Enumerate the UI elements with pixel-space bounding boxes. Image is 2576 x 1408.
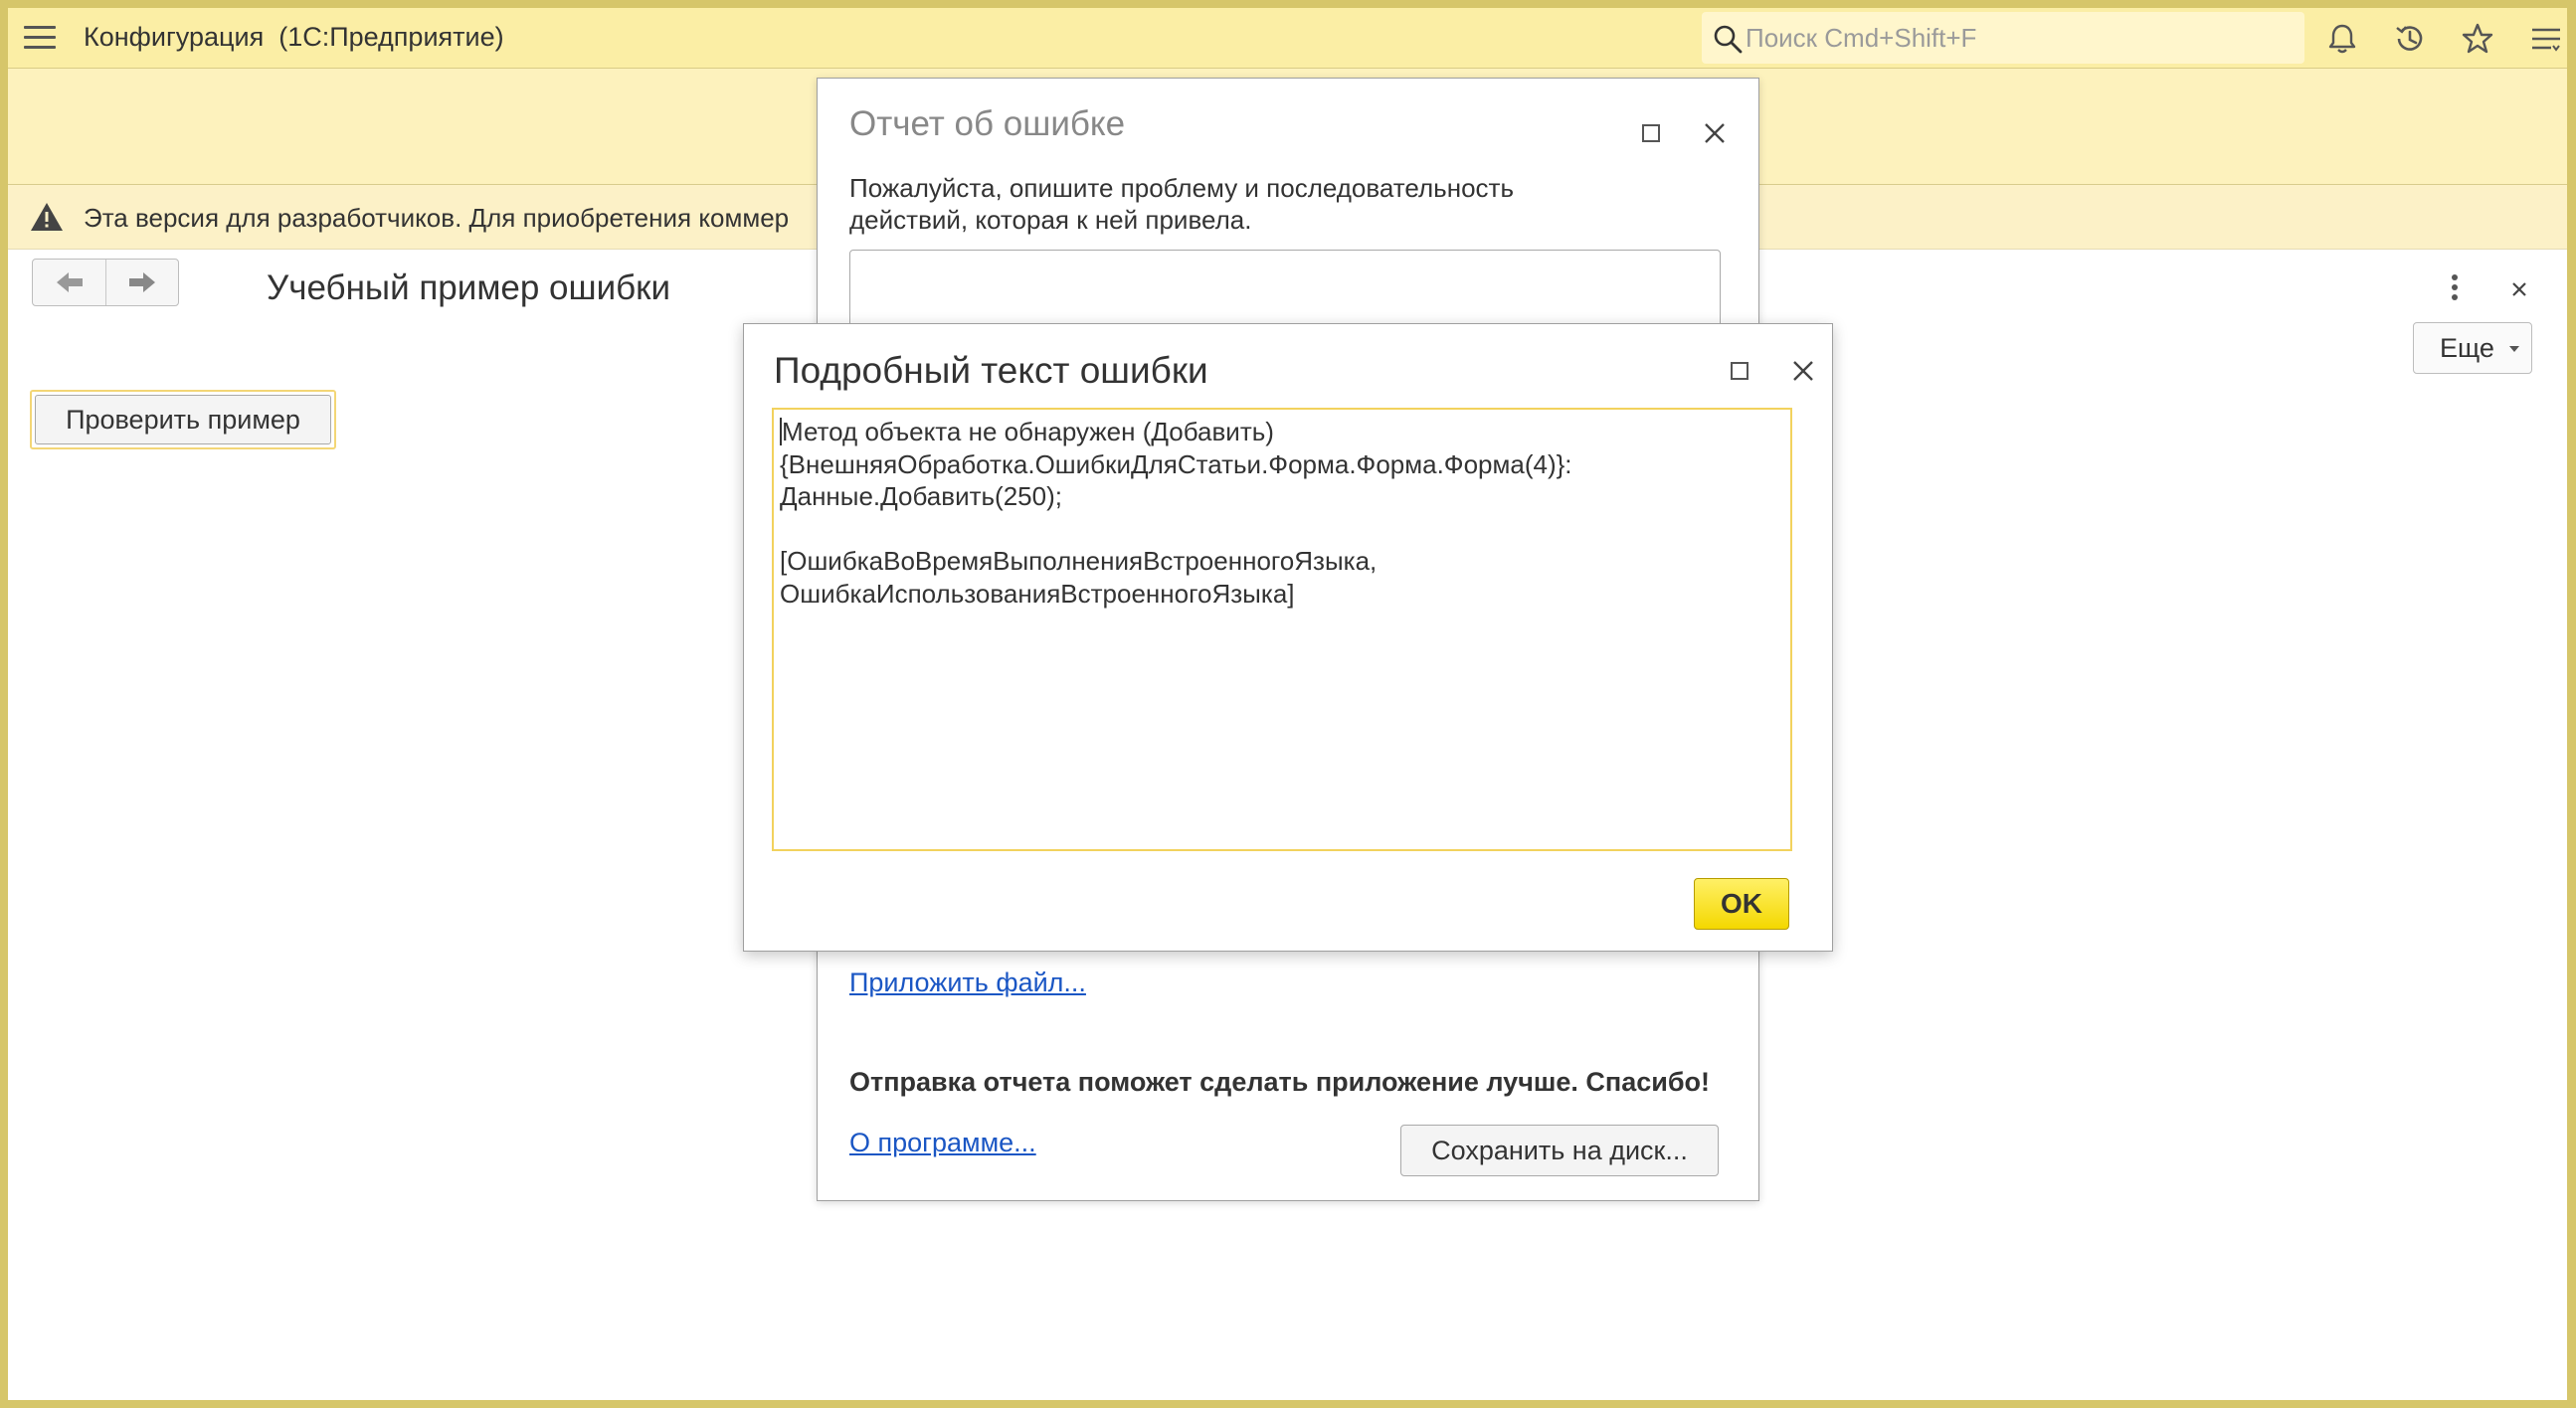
error-details-dialog: Подробный текст ошибки Метод объекта не … <box>743 323 1833 952</box>
report-description-line: действий, которая к ней привела. <box>849 205 1252 235</box>
form-close-icon[interactable] <box>2504 274 2534 304</box>
error-line: Метод объекта не обнаружен (Добавить) <box>782 417 1274 446</box>
error-line <box>780 513 1784 546</box>
save-to-disk-button[interactable]: Сохранить на диск... <box>1400 1125 1719 1176</box>
report-description-line: Пожалуйста, опишите проблему и последова… <box>849 173 1515 203</box>
maximize-icon[interactable] <box>1642 124 1660 142</box>
search-input[interactable] <box>1744 20 2285 56</box>
app-window: Конфигурация (1С:Предприятие) Поиск Cmd+… <box>8 8 2567 1400</box>
error-details-text[interactable]: Метод объекта не обнаружен (Добавить) {В… <box>772 408 1792 851</box>
star-icon[interactable] <box>2461 22 2494 56</box>
error-line: [ОшибкаВоВремяВыполненияВстроенногоЯзыка… <box>780 546 1378 576</box>
navigation-buttons <box>32 259 179 306</box>
warning-text: Эта версия для разработчиков. Для приобр… <box>84 203 790 233</box>
check-example-button[interactable]: Проверить пример <box>35 395 331 444</box>
back-button[interactable] <box>33 260 106 305</box>
bell-icon[interactable] <box>2325 22 2359 56</box>
warning-icon <box>31 203 63 231</box>
error-line: Данные.Добавить(250); <box>780 481 1062 511</box>
arrow-right-icon <box>129 272 155 292</box>
error-line: ОшибкаИспользованияВстроенногоЯзыка] <box>780 578 1295 609</box>
top-bar: Конфигурация (1С:Предприятие) <box>8 8 2567 69</box>
maximize-icon[interactable] <box>1731 362 1748 380</box>
forward-button[interactable] <box>106 260 179 305</box>
about-link[interactable]: О программе... <box>849 1128 1036 1158</box>
search-box[interactable] <box>1702 12 2304 64</box>
report-description: Пожалуйста, опишите проблему и последова… <box>849 172 1605 236</box>
main-menu-icon[interactable] <box>2529 22 2563 56</box>
report-dialog-title: Отчет об ошибке <box>849 104 1126 143</box>
error-line: {ВнешняяОбработка.ОшибкиДляСтатьи.Форма.… <box>780 448 1572 479</box>
menu-icon[interactable] <box>24 26 56 50</box>
report-thanks-text: Отправка отчета поможет сделать приложен… <box>849 1067 1710 1097</box>
attach-file-link[interactable]: Приложить файл... <box>849 968 1086 998</box>
more-button-label: Еще <box>2440 333 2494 363</box>
form-more-actions-icon[interactable] <box>2449 274 2461 304</box>
close-icon[interactable] <box>1789 357 1817 385</box>
search-icon <box>1714 25 1743 54</box>
app-title: Конфигурация (1С:Предприятие) <box>84 22 504 52</box>
check-button-focus: Проверить пример <box>30 390 336 449</box>
chevron-down-icon <box>2509 346 2519 352</box>
ok-button[interactable]: OK <box>1694 878 1789 930</box>
history-icon[interactable] <box>2393 22 2427 56</box>
details-dialog-title: Подробный текст ошибки <box>774 350 1208 391</box>
arrow-left-icon <box>57 272 83 292</box>
close-icon[interactable] <box>1701 119 1729 147</box>
more-button[interactable]: Еще <box>2413 322 2532 374</box>
form-title: Учебный пример ошибки <box>267 268 671 307</box>
